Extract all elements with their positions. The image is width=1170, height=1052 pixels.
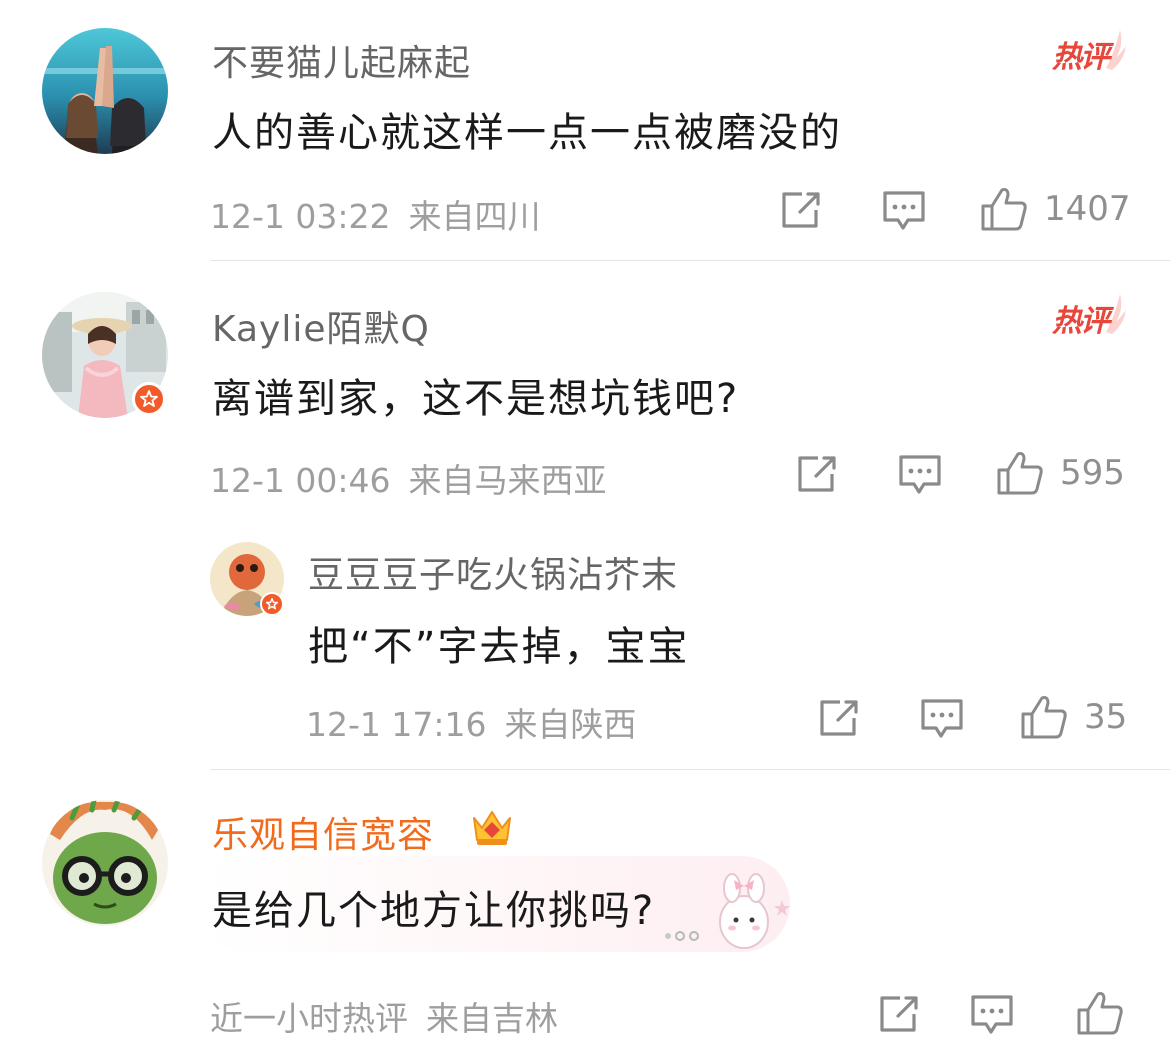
verified-badge-icon bbox=[260, 592, 284, 616]
share-icon bbox=[798, 456, 836, 492]
like-icon bbox=[1021, 696, 1067, 739]
comment-button[interactable] bbox=[882, 190, 926, 232]
divider bbox=[210, 260, 1170, 261]
comment-item: Kaylie陌默Q 热评 离谱到家，这不是想坑钱吧? 12-1 00:46 来自马… bbox=[0, 262, 1170, 770]
comment-button[interactable] bbox=[898, 454, 942, 496]
comment-icon bbox=[883, 191, 925, 230]
like-icon bbox=[997, 452, 1043, 495]
verified-badge-icon bbox=[132, 382, 166, 416]
comment-meta: 12-1 00:46 来自马来西亚 bbox=[210, 454, 607, 502]
comment-text: 离谱到家，这不是想坑钱吧? bbox=[212, 376, 740, 422]
comment-text: 人的善心就这样一点一点被磨没的 bbox=[212, 110, 842, 156]
comment-time: 12-1 03:22 bbox=[210, 197, 391, 236]
like-icon bbox=[981, 188, 1027, 231]
crown-icon bbox=[470, 804, 514, 852]
avatar[interactable] bbox=[42, 800, 168, 926]
comment-icon bbox=[971, 995, 1013, 1034]
comment-location: 来自四川 bbox=[408, 197, 541, 236]
comment-meta: 12-1 03:22 来自四川 bbox=[210, 190, 541, 238]
comment-location: 来自马来西亚 bbox=[408, 461, 607, 500]
like-button[interactable]: 1407 bbox=[980, 186, 1131, 232]
comment-time: 近一小时热评 bbox=[210, 999, 408, 1038]
bunny-decoration-icon bbox=[656, 870, 796, 960]
comment-icon bbox=[899, 455, 941, 494]
comment-icon bbox=[921, 699, 963, 738]
share-button[interactable] bbox=[818, 698, 862, 738]
comment-item: 不要猫儿起麻起 热评 人的善心就这样一点一点被磨没的 12-1 03:22 来自四… bbox=[0, 0, 1170, 262]
share-icon bbox=[782, 192, 820, 228]
like-count: 595 bbox=[1060, 453, 1125, 493]
share-icon bbox=[820, 700, 858, 736]
comment-time: 12-1 17:16 bbox=[306, 705, 487, 744]
like-icon bbox=[1077, 992, 1123, 1035]
share-icon bbox=[880, 996, 918, 1032]
comment-meta: 近一小时热评 来自吉林 bbox=[210, 992, 558, 1040]
username[interactable]: 乐观自信宽容 bbox=[212, 806, 434, 858]
comment-text: 是给几个地方让你挑吗? bbox=[212, 888, 656, 934]
hot-comment-icon: 热评 bbox=[1050, 24, 1130, 76]
share-button[interactable] bbox=[780, 190, 824, 230]
comment-time: 12-1 00:46 bbox=[210, 461, 391, 500]
like-button[interactable]: 595 bbox=[996, 450, 1125, 496]
comment-meta: 12-1 17:16 来自陕西 bbox=[306, 698, 637, 746]
comment-button[interactable] bbox=[970, 994, 1014, 1036]
username[interactable]: 豆豆豆子吃火锅沾芥末 bbox=[308, 546, 678, 598]
comment-location: 来自陕西 bbox=[504, 705, 637, 744]
comment-button[interactable] bbox=[920, 698, 964, 740]
username[interactable]: 不要猫儿起麻起 bbox=[212, 34, 471, 86]
like-count: 35 bbox=[1084, 697, 1128, 737]
share-button[interactable] bbox=[878, 994, 922, 1034]
username[interactable]: Kaylie陌默Q bbox=[212, 300, 430, 352]
like-button[interactable]: 35 bbox=[1020, 694, 1127, 740]
avatar[interactable] bbox=[42, 28, 168, 154]
hot-comment-icon: 热评 bbox=[1050, 288, 1130, 340]
like-count: 1407 bbox=[1044, 189, 1131, 229]
comment-location: 来自吉林 bbox=[426, 999, 558, 1038]
like-button[interactable] bbox=[1076, 990, 1124, 1036]
share-button[interactable] bbox=[796, 454, 840, 494]
comment-text: 把“不”字去掉，宝宝 bbox=[308, 624, 690, 670]
comment-item: 乐观自信宽容 是给几个地方让你挑吗? 近一小时热评 来自吉林 bbox=[0, 770, 1170, 1052]
